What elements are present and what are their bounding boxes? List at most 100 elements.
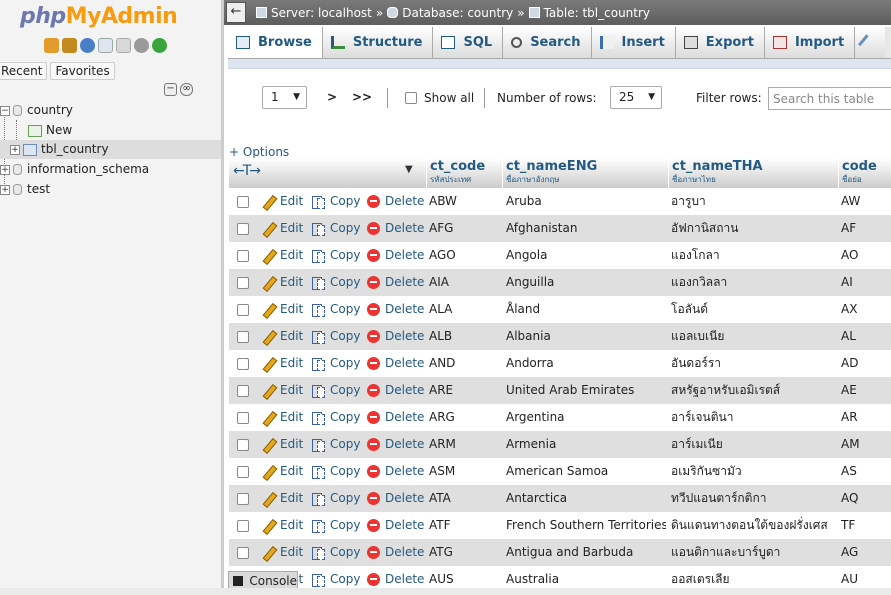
edit-link[interactable]: Edit [262,296,303,323]
cell-code[interactable]: AQ [841,485,889,512]
delete-link[interactable]: Delete [367,242,424,269]
cell-ct-nametha[interactable]: อัฟกานิสถาน [671,215,837,242]
link-with-main-icon[interactable]: ∞ [180,83,193,96]
tab-search[interactable]: Search [503,27,592,58]
delete-link[interactable]: Delete [367,323,424,350]
tab-browse[interactable]: Browse [228,27,323,58]
cell-ct-nameeng[interactable]: Aruba [506,188,666,215]
row-checkbox[interactable] [237,196,249,208]
row-checkbox[interactable] [237,304,249,316]
cell-ct-nametha[interactable]: แองกวิลลา [671,269,837,296]
tree-label[interactable]: country [27,101,73,120]
cell-ct-nameeng[interactable]: Åland [506,296,666,323]
edit-link[interactable]: Edit [262,512,303,539]
edit-link[interactable]: Edit [262,242,303,269]
cell-ct-nametha[interactable]: อาร์เจนตินา [671,404,837,431]
rows-select[interactable]: 25 ▼ [610,86,662,109]
cell-code[interactable]: AI [841,269,889,296]
column-resize-icon[interactable]: ←T→ [233,163,261,179]
collapse-nav-button[interactable]: ← [226,2,246,23]
column-header-ct-nameeng[interactable]: ct_nameENG ชื่อภาษาอังกฤษ [502,158,668,188]
nav-tab-recent[interactable]: Recent [0,62,48,80]
cell-ct-nametha[interactable]: อาร์เมเนีย [671,431,837,458]
delete-link[interactable]: Delete [367,539,424,566]
panel-splitter[interactable] [221,0,224,595]
options-link[interactable]: + Options [229,145,289,159]
tab-export[interactable]: Export [675,27,765,58]
copy-link[interactable]: Copy [311,539,360,566]
tab-structure[interactable]: Structure [322,27,434,58]
cell-ct-nametha[interactable]: สหรัฐอาหรับเอมิเรตส์ [671,377,837,404]
cell-code[interactable]: AX [841,296,889,323]
cell-ct-nameeng[interactable]: French Southern Territories [506,512,666,539]
bottom-scrollbar[interactable] [0,588,891,595]
cell-code[interactable]: AE [841,377,889,404]
row-checkbox[interactable] [237,250,249,262]
delete-link[interactable]: Delete [367,431,424,458]
cell-ct-code[interactable]: ATG [429,539,501,566]
copy-link[interactable]: Copy [311,242,360,269]
edit-link[interactable]: Edit [262,431,303,458]
copy-link[interactable]: Copy [311,215,360,242]
tree-db-country[interactable]: − country [0,101,221,120]
edit-link[interactable]: Edit [262,404,303,431]
breadcrumb-server[interactable]: Server: localhost [271,6,372,20]
cell-code[interactable]: AD [841,350,889,377]
cell-ct-nameeng[interactable]: Albania [506,323,666,350]
cell-ct-code[interactable]: ALB [429,323,501,350]
edit-link[interactable]: Edit [262,377,303,404]
tab-insert[interactable]: Insert [591,27,676,58]
breadcrumb-table[interactable]: Table: tbl_country [544,6,650,20]
cell-ct-code[interactable]: ATF [429,512,501,539]
cell-ct-code[interactable]: ARE [429,377,501,404]
tree-label[interactable]: information_schema [27,160,149,179]
cell-ct-nameeng[interactable]: United Arab Emirates [506,377,666,404]
delete-link[interactable]: Delete [367,188,424,215]
row-checkbox[interactable] [237,439,249,451]
copy-query-icon[interactable] [116,38,131,53]
tree-db-information-schema[interactable]: + information_schema [0,160,149,179]
cell-ct-nametha[interactable]: อเมริกันซามัว [671,458,837,485]
settings-gear-icon[interactable] [134,38,149,53]
reload-icon[interactable] [152,38,167,53]
cell-ct-code[interactable]: ARG [429,404,501,431]
tab-sql[interactable]: SQL [433,27,504,58]
cell-code[interactable]: AR [841,404,889,431]
next-page-button[interactable]: > [327,90,337,104]
collapse-icon[interactable]: − [0,105,10,116]
cell-ct-code[interactable]: ARM [429,431,501,458]
cell-ct-code[interactable]: AND [429,350,501,377]
copy-link[interactable]: Copy [311,377,360,404]
edit-link[interactable]: Edit [262,269,303,296]
edit-link[interactable]: Edit [262,215,303,242]
help-icon[interactable] [80,38,95,53]
copy-link[interactable]: Copy [311,188,360,215]
cell-code[interactable]: AO [841,242,889,269]
row-checkbox[interactable] [237,412,249,424]
filter-input[interactable] [768,87,891,110]
copy-link[interactable]: Copy [311,404,360,431]
cell-ct-code[interactable]: ABW [429,188,501,215]
row-checkbox[interactable] [237,385,249,397]
delete-link[interactable]: Delete [367,215,424,242]
row-checkbox[interactable] [237,331,249,343]
row-checkbox[interactable] [237,493,249,505]
row-checkbox[interactable] [237,223,249,235]
delete-link[interactable]: Delete [367,404,424,431]
tree-label[interactable]: tbl_country [41,140,109,159]
row-checkbox[interactable] [237,277,249,289]
cell-ct-code[interactable]: AGO [429,242,501,269]
tab-import[interactable]: Import [764,27,856,58]
edit-link[interactable]: Edit [262,485,303,512]
expand-icon[interactable]: + [0,184,10,195]
copy-link[interactable]: Copy [311,431,360,458]
copy-link[interactable]: Copy [311,458,360,485]
cell-code[interactable]: AL [841,323,889,350]
cell-ct-code[interactable]: ASM [429,458,501,485]
tree-label[interactable]: test [27,180,50,199]
copy-link[interactable]: Copy [311,512,360,539]
row-checkbox[interactable] [237,358,249,370]
delete-link[interactable]: Delete [367,350,424,377]
cell-code[interactable]: AW [841,188,889,215]
cell-ct-nameeng[interactable]: Afghanistan [506,215,666,242]
